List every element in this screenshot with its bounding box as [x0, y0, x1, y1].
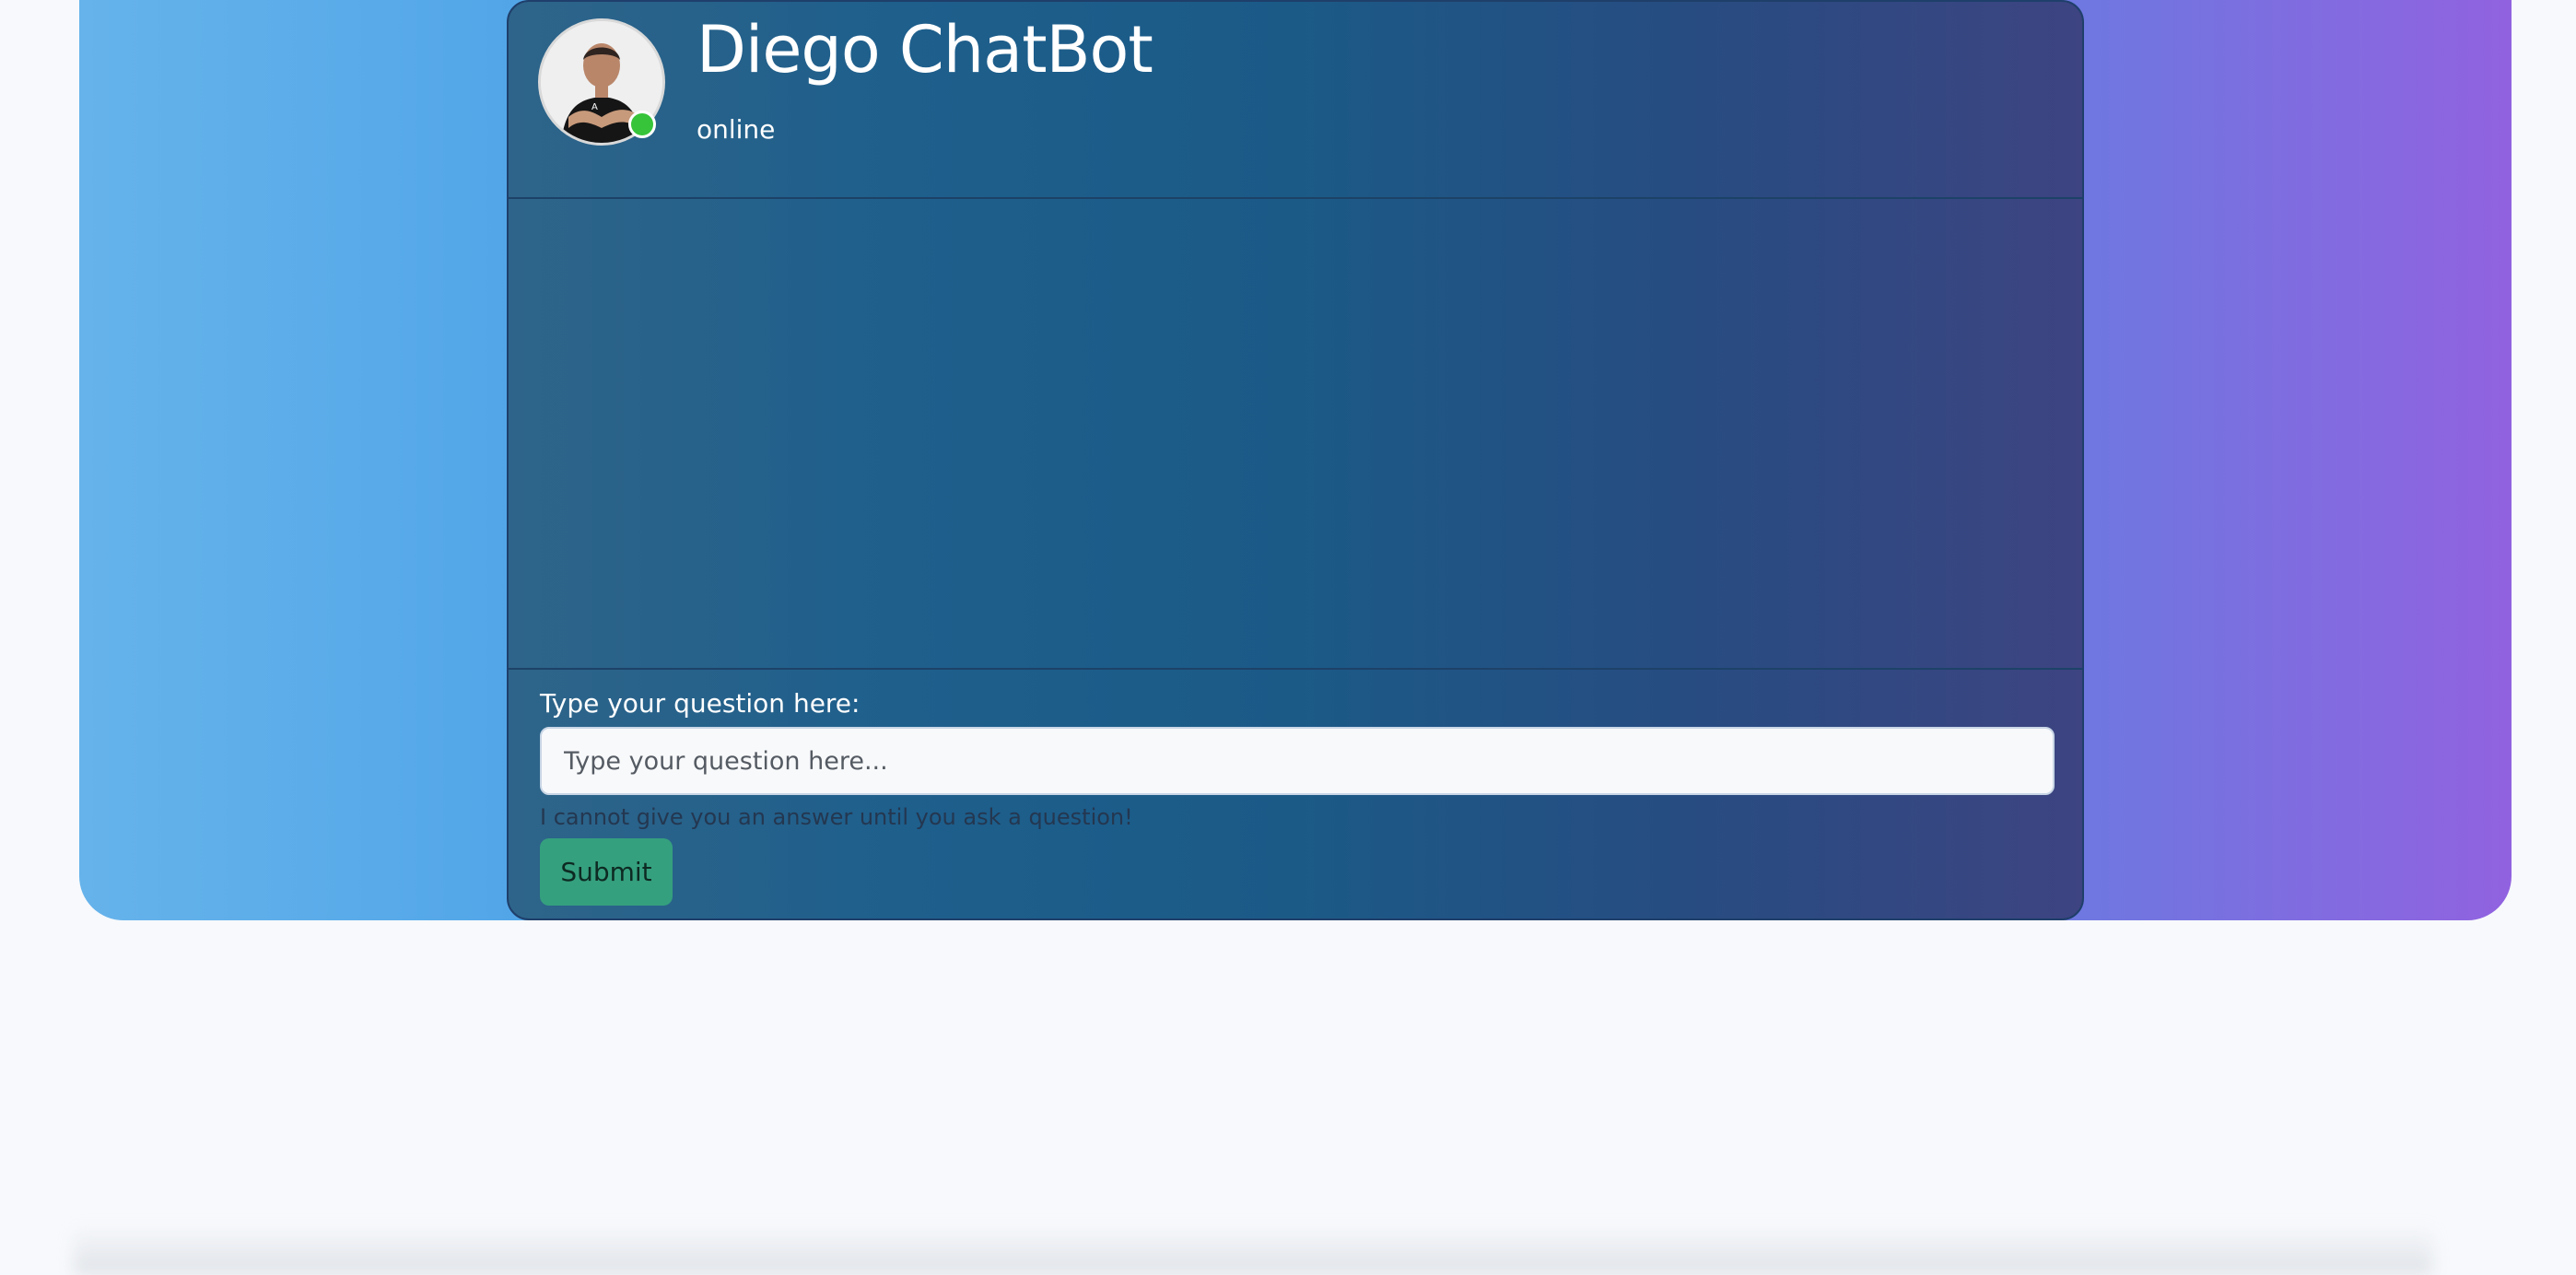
bot-status-text: online [697, 114, 776, 145]
svg-text:A: A [591, 102, 598, 112]
bottom-shadow [74, 1225, 2432, 1275]
chat-messages-area[interactable] [509, 199, 2082, 670]
question-help-text: I cannot give you an answer until you as… [540, 804, 1133, 830]
page: A Diego ChatBot online Type your questio… [0, 0, 2576, 1275]
question-input[interactable] [540, 727, 2055, 795]
bot-name-title: Diego ChatBot [697, 12, 1153, 88]
submit-button[interactable]: Submit [540, 838, 673, 906]
online-status-icon [628, 111, 656, 138]
question-label: Type your question here: [540, 688, 861, 719]
chat-window: A Diego ChatBot online Type your questio… [507, 0, 2084, 920]
chat-header: A Diego ChatBot online [509, 2, 2082, 199]
